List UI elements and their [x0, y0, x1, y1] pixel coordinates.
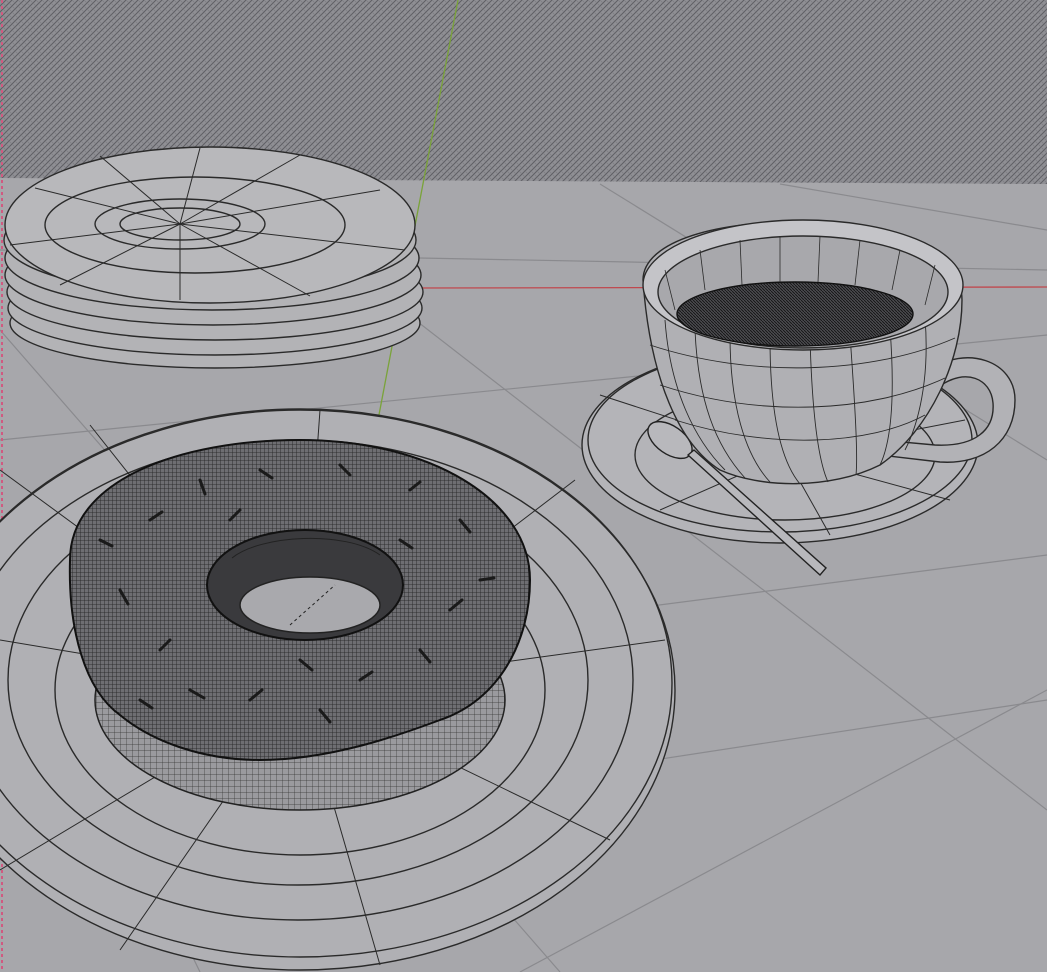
donut[interactable]	[68, 438, 532, 811]
coffee-surface	[676, 281, 914, 347]
3d-viewport[interactable]	[0, 0, 1047, 972]
plate-stack[interactable]	[3, 146, 424, 369]
viewport-canvas[interactable]	[0, 0, 1047, 972]
